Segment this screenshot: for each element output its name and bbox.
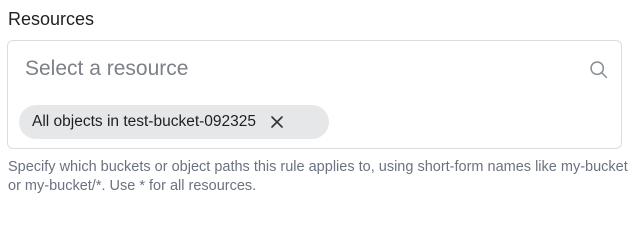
helper-text: Specify which buckets or object paths th…: [8, 159, 628, 194]
resource-search-input[interactable]: [25, 57, 565, 81]
selected-resource-chip: All objects in test-bucket-092325: [19, 105, 329, 139]
resources-field-group: Resources All objects in test-bucket-092…: [0, 0, 636, 210]
chip-label: All objects in test-bucket-092325: [32, 113, 257, 130]
resource-select[interactable]: All objects in test-bucket-092325: [7, 40, 622, 149]
close-icon[interactable]: [268, 113, 286, 131]
search-icon[interactable]: [586, 57, 610, 81]
field-label: Resources: [8, 9, 95, 29]
